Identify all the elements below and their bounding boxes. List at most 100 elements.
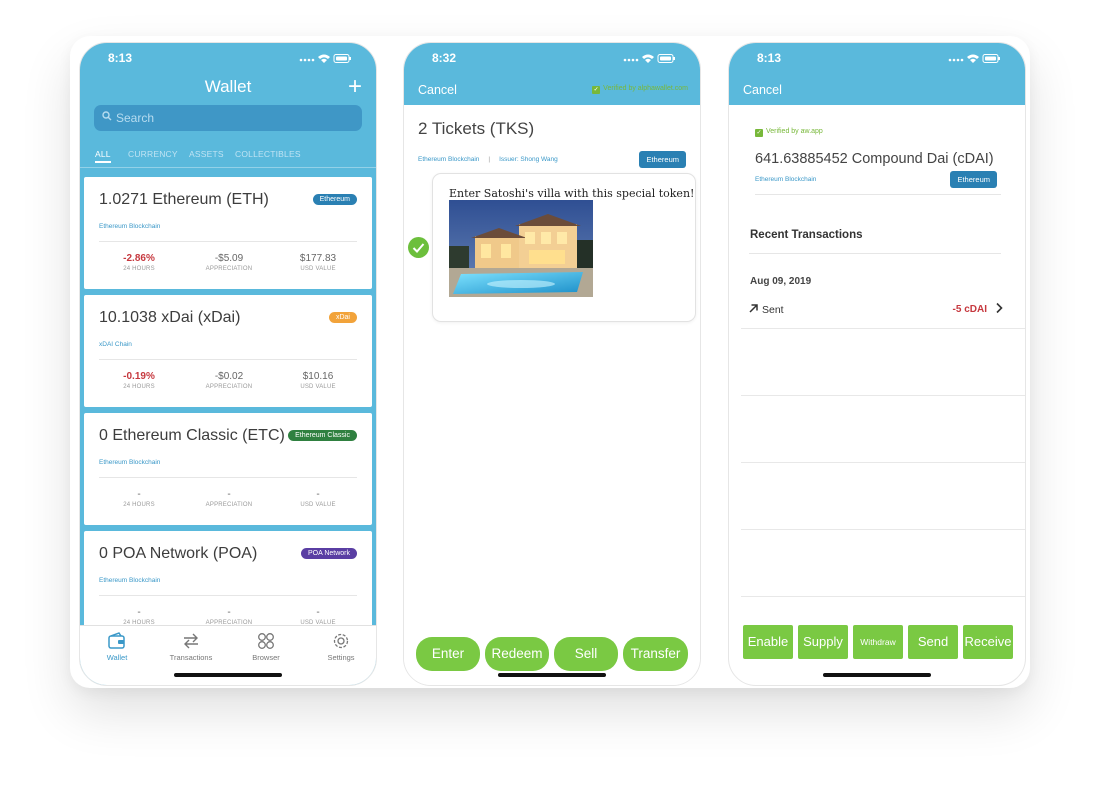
status-time: 8:32 bbox=[432, 51, 457, 65]
search-input[interactable]: Search bbox=[94, 105, 362, 131]
status-bar: 8:32 bbox=[404, 43, 700, 73]
row-divider bbox=[741, 596, 1025, 597]
page-title: Wallet bbox=[204, 77, 252, 96]
ticket-title: 2 Tickets (TKS) bbox=[418, 119, 535, 138]
nav-label: Browser bbox=[252, 653, 280, 662]
status-bar: 8:13 bbox=[729, 43, 1025, 73]
card-divider bbox=[99, 595, 357, 596]
token-name: 0 Ethereum Classic (ETC) bbox=[99, 427, 285, 444]
verified-label: ✓ Verified by aw.app bbox=[755, 128, 823, 137]
tab-currency[interactable]: CURRENCY bbox=[128, 149, 178, 159]
usd-value-label: USD VALUE bbox=[300, 502, 336, 508]
token-card-etc[interactable]: 0 Ethereum Classic (ETC) Ethereum Classi… bbox=[84, 413, 372, 525]
stat-usd-value: $10.16 USD VALUE bbox=[278, 371, 358, 390]
ticket-chain: Ethereum Blockchain bbox=[418, 156, 480, 163]
villa-image bbox=[449, 200, 593, 297]
enable-button[interactable]: Enable bbox=[743, 625, 793, 659]
ticket-sheet: 2 Tickets (TKS) Ethereum Blockchain | Issu… bbox=[404, 105, 700, 685]
usd-value: - bbox=[316, 489, 320, 500]
token-chain: xDAI Chain bbox=[99, 341, 132, 348]
row-divider bbox=[741, 328, 1025, 329]
tab-all[interactable]: ALL bbox=[95, 149, 111, 163]
settings-icon bbox=[333, 633, 349, 649]
check-icon: ✓ bbox=[592, 86, 601, 94]
send-button[interactable]: Send bbox=[908, 625, 958, 659]
token-name: 641.63885452 Compound Dai (cDAI) bbox=[755, 151, 994, 167]
enter-button[interactable]: Enter bbox=[416, 637, 480, 671]
stat-usd-value: - USD VALUE bbox=[278, 489, 358, 508]
usd-value: $177.83 bbox=[299, 253, 337, 264]
meta-divider: | bbox=[488, 156, 491, 163]
appreciation-value: -$0.02 bbox=[214, 371, 244, 382]
nav-browser[interactable]: Browser bbox=[230, 632, 302, 662]
status-icons bbox=[299, 54, 351, 63]
row-divider bbox=[741, 529, 1025, 530]
chain-badge: Ethereum bbox=[312, 194, 357, 205]
home-indicator bbox=[174, 673, 282, 677]
chain-badge: Ethereum Classic bbox=[288, 430, 357, 441]
transfer-button[interactable]: Transfer bbox=[623, 637, 688, 671]
receive-button[interactable]: Receive bbox=[963, 625, 1013, 659]
token-name: 1.0271 Ethereum (ETH) bbox=[99, 191, 269, 208]
appreciation-value: - bbox=[227, 489, 231, 500]
stat-appreciation: -$5.09 APPRECIATION bbox=[189, 253, 269, 272]
divider bbox=[755, 194, 1001, 195]
nav-label: Transactions bbox=[169, 653, 213, 662]
stat-appreciation: - APPRECIATION bbox=[189, 607, 269, 626]
wallet-screen: 8:13 Wallet + Search ALL CURRENCY ASSETS… bbox=[79, 42, 377, 686]
selected-check-icon[interactable] bbox=[408, 237, 429, 258]
token-card-xdai[interactable]: 10.1038 xDai (xDai) xDai xDAI Chain -0.1… bbox=[84, 295, 372, 407]
cancel-button[interactable]: Cancel bbox=[743, 83, 782, 97]
supply-button[interactable]: Supply bbox=[798, 625, 848, 659]
card-divider bbox=[99, 477, 357, 478]
ticket-description: Enter Satoshi's villa with this special … bbox=[449, 187, 695, 200]
usd-value-label: USD VALUE bbox=[300, 384, 336, 390]
add-token-button[interactable]: + bbox=[348, 73, 362, 101]
sent-arrow-icon bbox=[749, 304, 758, 313]
tab-assets[interactable]: ASSETS bbox=[189, 149, 224, 159]
transaction-row[interactable]: Sent bbox=[748, 303, 784, 316]
stat-usd-value: - USD VALUE bbox=[278, 607, 358, 626]
card-divider bbox=[99, 359, 357, 360]
nav-settings[interactable]: Settings bbox=[305, 632, 376, 662]
sell-button[interactable]: Sell bbox=[554, 637, 618, 671]
search-placeholder: Search bbox=[116, 111, 155, 125]
appreciation-value: -$5.09 bbox=[214, 253, 244, 264]
usd-value-label: USD VALUE bbox=[300, 266, 336, 272]
cancel-button[interactable]: Cancel bbox=[418, 83, 457, 97]
status-time: 8:13 bbox=[108, 51, 133, 65]
change-value: -0.19% bbox=[123, 371, 155, 382]
change-label: 24 HOURS bbox=[123, 502, 155, 508]
appreciation-value: - bbox=[227, 607, 231, 618]
withdraw-button[interactable]: Withdraw bbox=[853, 625, 903, 659]
ticket-issuer: Issuer: Shong Wang bbox=[499, 156, 558, 163]
filter-tabs: ALL CURRENCY ASSETS COLLECTIBLES bbox=[95, 149, 366, 165]
wallet-icon bbox=[108, 632, 125, 649]
token-card-eth[interactable]: 1.0271 Ethereum (ETH) Ethereum Ethereum … bbox=[84, 177, 372, 289]
token-name: 10.1038 xDai (xDai) bbox=[99, 309, 241, 326]
row-divider bbox=[741, 462, 1025, 463]
stat-24h: - 24 HOURS bbox=[99, 607, 179, 626]
row-divider bbox=[741, 395, 1025, 396]
status-icons bbox=[623, 54, 675, 63]
stat-appreciation: -$0.02 APPRECIATION bbox=[189, 371, 269, 390]
nav-transactions[interactable]: Transactions bbox=[155, 632, 227, 662]
token-chain: Ethereum Blockchain bbox=[99, 577, 161, 584]
token-chain: Ethereum Blockchain bbox=[99, 459, 161, 466]
stat-appreciation: - APPRECIATION bbox=[189, 489, 269, 508]
change-label: 24 HOURS bbox=[123, 266, 155, 272]
redeem-button[interactable]: Redeem bbox=[485, 637, 549, 671]
card-divider bbox=[99, 241, 357, 242]
verified-text: Verified by aw.app bbox=[766, 128, 823, 135]
nav-wallet[interactable]: Wallet bbox=[81, 632, 153, 662]
chain-badge: POA Network bbox=[300, 548, 357, 559]
divider bbox=[749, 253, 1001, 254]
token-chain: Ethereum Blockchain bbox=[755, 176, 817, 183]
change-label: 24 HOURS bbox=[123, 384, 155, 390]
change-value: - bbox=[137, 489, 141, 500]
tab-collectibles[interactable]: COLLECTIBLES bbox=[235, 149, 301, 159]
chevron-right-icon[interactable] bbox=[995, 302, 1003, 314]
change-value: -2.86% bbox=[123, 253, 155, 264]
nav-label: Settings bbox=[327, 653, 355, 662]
ticket-card[interactable]: Enter Satoshi's villa with this special … bbox=[432, 173, 696, 322]
